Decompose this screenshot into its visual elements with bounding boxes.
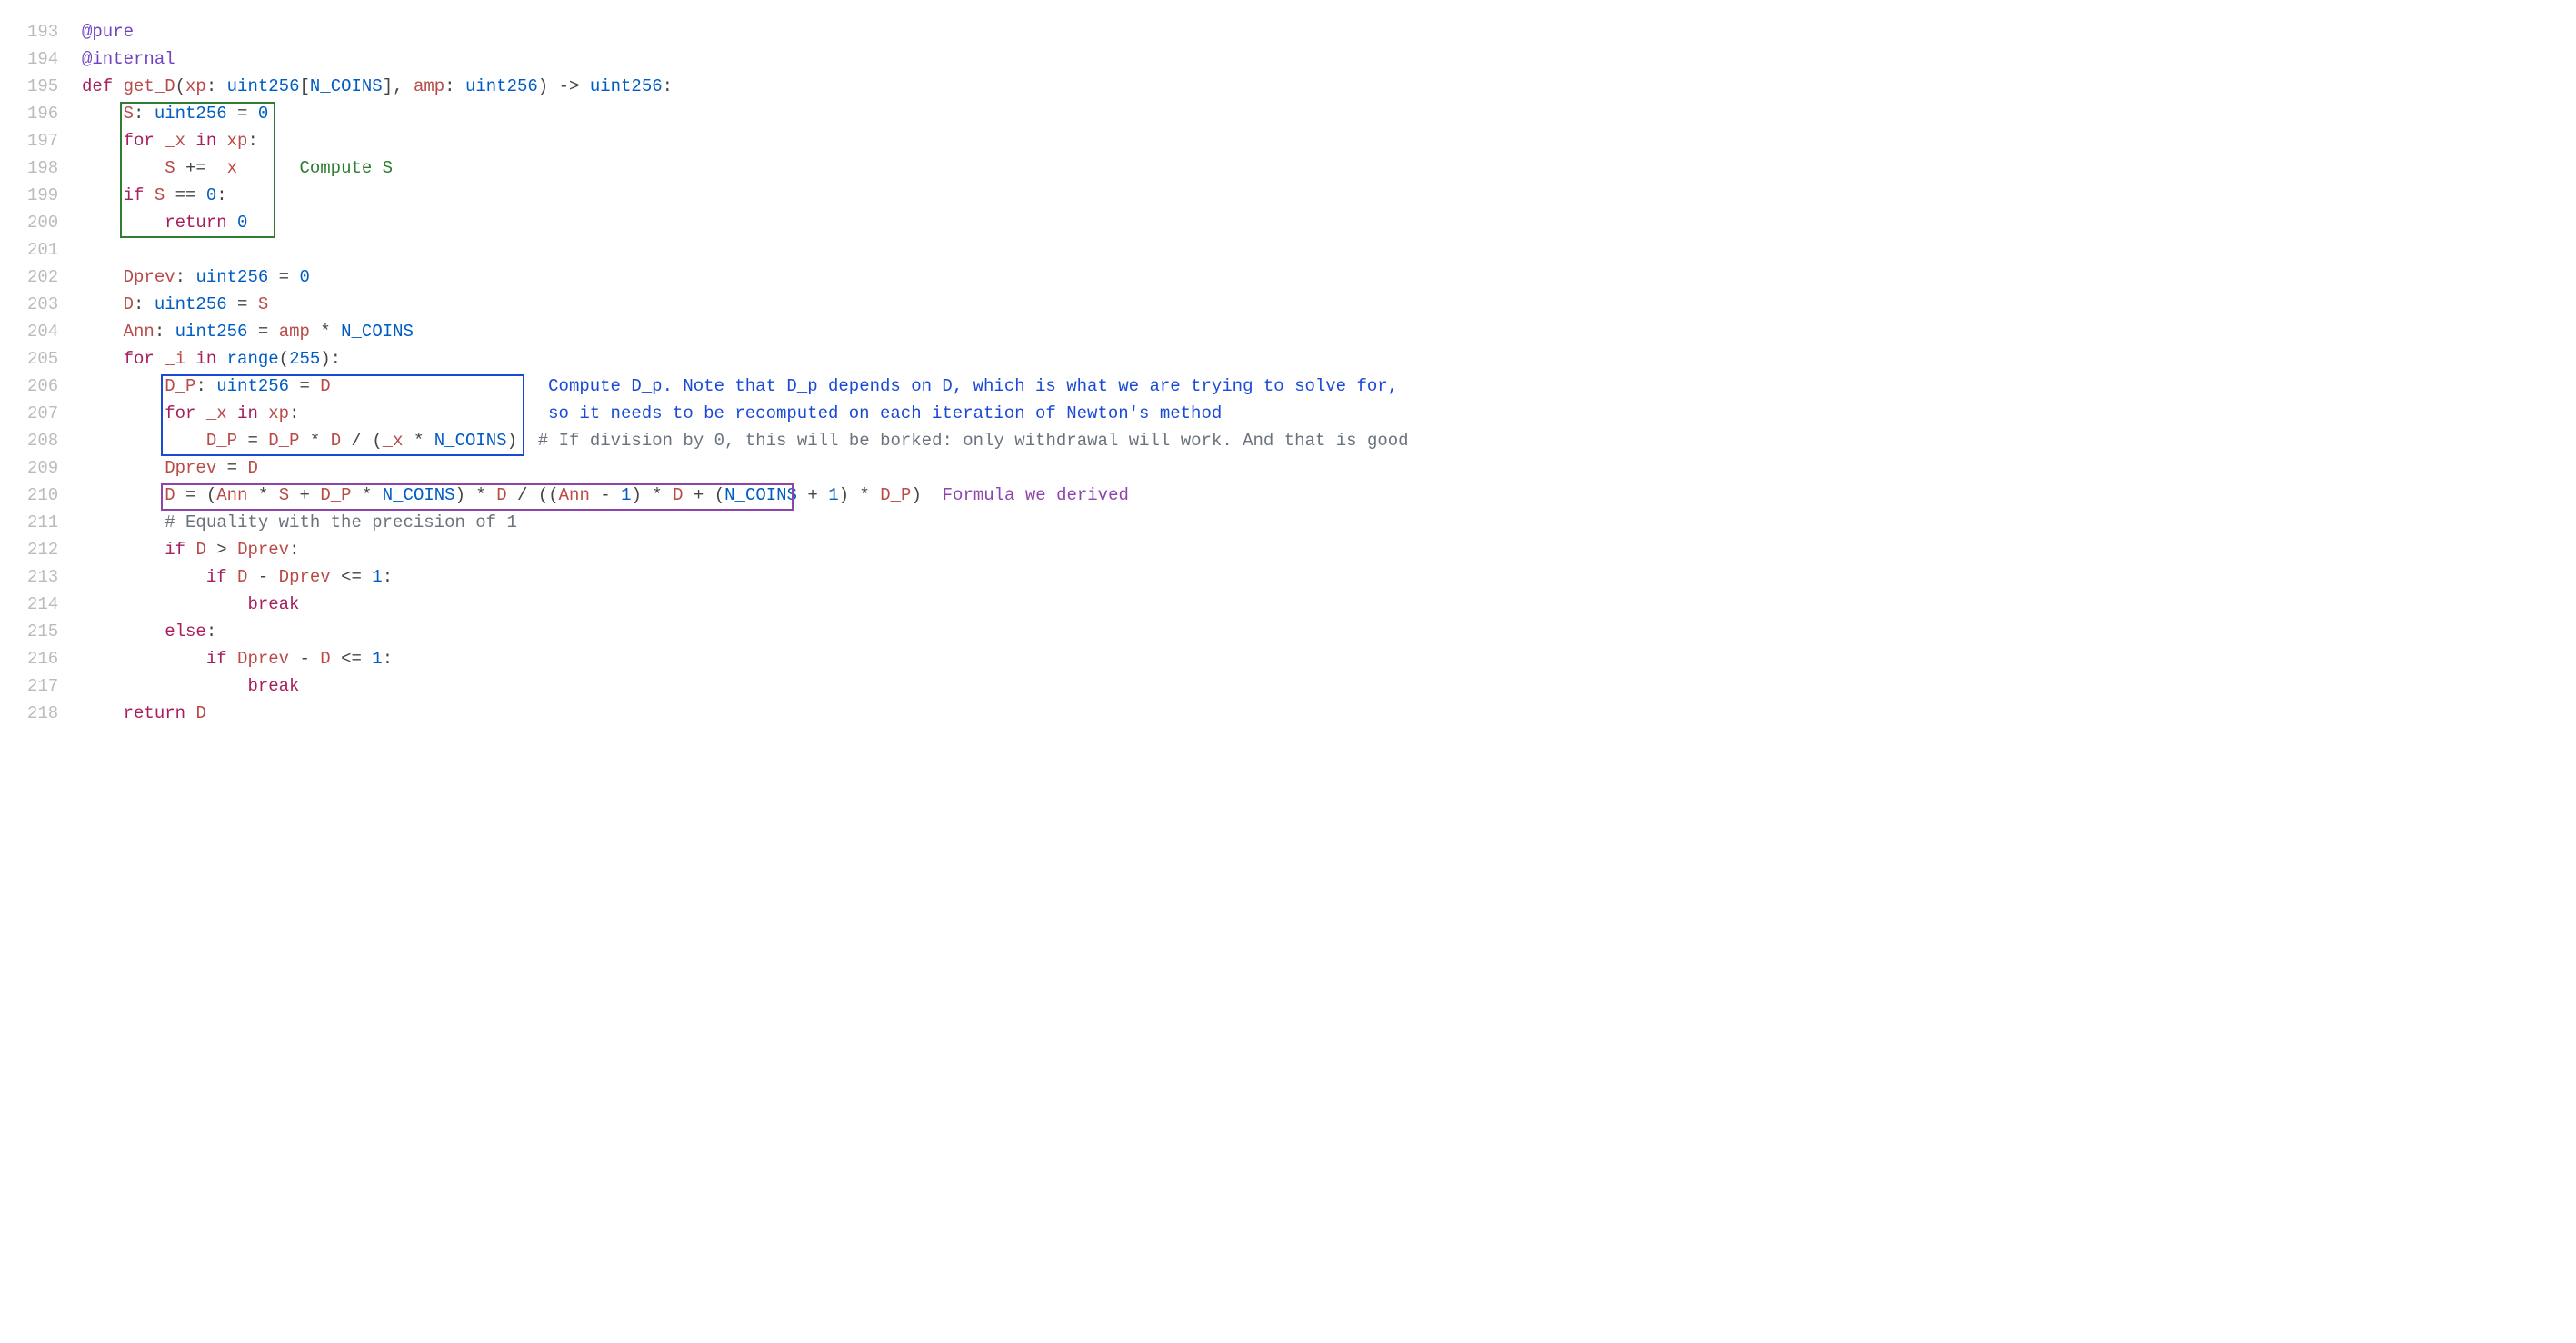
line-number: 194 <box>27 45 82 73</box>
line-code: break <box>82 672 299 700</box>
line-number: 205 <box>27 345 82 373</box>
code-line: 207 for _x in xp: so it needs to be reco… <box>27 400 2549 427</box>
line-code: if D > Dprev: <box>82 536 299 563</box>
line-code: def get_D(xp: uint256[N_COINS], amp: uin… <box>82 73 673 100</box>
code-line: 206 D_P: uint256 = D Compute D_p. Note t… <box>27 373 2549 400</box>
code-line: 209 Dprev = D <box>27 454 2549 482</box>
line-number: 208 <box>27 427 82 454</box>
annotation-compute-dp-line2: so it needs to be recomputed on each ite… <box>517 403 1222 423</box>
code-line: 208 D_P = D_P * D / (_x * N_COINS) # If … <box>27 427 2549 454</box>
annotation-compute-s: Compute S <box>268 158 393 178</box>
line-number: 197 <box>27 127 82 154</box>
line-number: 206 <box>27 373 82 400</box>
line-code: Ann: uint256 = amp * N_COINS <box>82 318 414 345</box>
line-code: S += _x Compute S <box>82 154 393 182</box>
line-code: # Equality with the precision of 1 <box>82 509 517 536</box>
line-number: 204 <box>27 318 82 345</box>
code-line: 212 if D > Dprev: <box>27 536 2549 563</box>
line-number: 217 <box>27 672 82 700</box>
code-line: 202 Dprev: uint256 = 0 <box>27 264 2549 291</box>
line-code: if D - Dprev <= 1: <box>82 563 393 591</box>
line-code: return 0 <box>82 209 247 236</box>
code-line: 216 if Dprev - D <= 1: <box>27 645 2549 672</box>
line-number: 193 <box>27 18 82 45</box>
code-line: 214 break <box>27 591 2549 618</box>
code-editor: 193@pure194@internal195def get_D(xp: uin… <box>0 0 2576 745</box>
code-line: 215 else: <box>27 618 2549 645</box>
code-line: 194@internal <box>27 45 2549 73</box>
code-line: 205 for _i in range(255): <box>27 345 2549 373</box>
annotation-compute-dp-line1: Compute D_p. Note that D_p depends on D,… <box>517 376 1398 396</box>
line-number: 203 <box>27 291 82 318</box>
line-code: D_P = D_P * D / (_x * N_COINS) # If divi… <box>82 427 1409 454</box>
line-number: 216 <box>27 645 82 672</box>
line-code: for _x in xp: <box>82 127 258 154</box>
line-code: D: uint256 = S <box>82 291 268 318</box>
code-line: 197 for _x in xp: <box>27 127 2549 154</box>
code-line: 211 # Equality with the precision of 1 <box>27 509 2549 536</box>
code-line: 201 <box>27 236 2549 264</box>
line-code: Dprev: uint256 = 0 <box>82 264 310 291</box>
code-line: 218 return D <box>27 700 2549 727</box>
line-code: return D <box>82 700 206 727</box>
line-number: 213 <box>27 563 82 591</box>
line-code: @internal <box>82 45 175 73</box>
code-line: 193@pure <box>27 18 2549 45</box>
line-number: 210 <box>27 482 82 509</box>
code-line: 210 D = (Ann * S + D_P * N_COINS) * D / … <box>27 482 2549 509</box>
line-code: for _x in xp: so it needs to be recomput… <box>82 400 1222 427</box>
line-number: 218 <box>27 700 82 727</box>
code-line: 200 return 0 <box>27 209 2549 236</box>
line-number: 199 <box>27 182 82 209</box>
line-number: 214 <box>27 591 82 618</box>
code-line: 213 if D - Dprev <= 1: <box>27 563 2549 591</box>
annotation-formula: Formula we derived <box>922 485 1129 505</box>
code-line: 196 S: uint256 = 0 <box>27 100 2549 127</box>
code-line: 203 D: uint256 = S <box>27 291 2549 318</box>
code-line: 217 break <box>27 672 2549 700</box>
line-code: D_P: uint256 = D Compute D_p. Note that … <box>82 373 1398 400</box>
code-line: 204 Ann: uint256 = amp * N_COINS <box>27 318 2549 345</box>
line-number: 198 <box>27 154 82 182</box>
line-code: S: uint256 = 0 <box>82 100 268 127</box>
code-line: 198 S += _x Compute S <box>27 154 2549 182</box>
line-number: 209 <box>27 454 82 482</box>
line-number: 196 <box>27 100 82 127</box>
line-code: break <box>82 591 299 618</box>
line-code: if S == 0: <box>82 182 227 209</box>
line-code: for _i in range(255): <box>82 345 341 373</box>
line-number: 202 <box>27 264 82 291</box>
line-code: else: <box>82 618 216 645</box>
code-line: 199 if S == 0: <box>27 182 2549 209</box>
trailing-comment-borked: # If division by 0, this will be borked:… <box>517 431 1409 451</box>
code-line: 195def get_D(xp: uint256[N_COINS], amp: … <box>27 73 2549 100</box>
line-number: 195 <box>27 73 82 100</box>
line-code: if Dprev - D <= 1: <box>82 645 393 672</box>
line-number: 200 <box>27 209 82 236</box>
line-code: @pure <box>82 18 134 45</box>
line-code: Dprev = D <box>82 454 258 482</box>
line-code: D = (Ann * S + D_P * N_COINS) * D / ((An… <box>82 482 1129 509</box>
line-number: 207 <box>27 400 82 427</box>
line-number: 201 <box>27 236 82 264</box>
line-number: 212 <box>27 536 82 563</box>
line-number: 215 <box>27 618 82 645</box>
line-number: 211 <box>27 509 82 536</box>
code-area: 193@pure194@internal195def get_D(xp: uin… <box>27 18 2549 727</box>
